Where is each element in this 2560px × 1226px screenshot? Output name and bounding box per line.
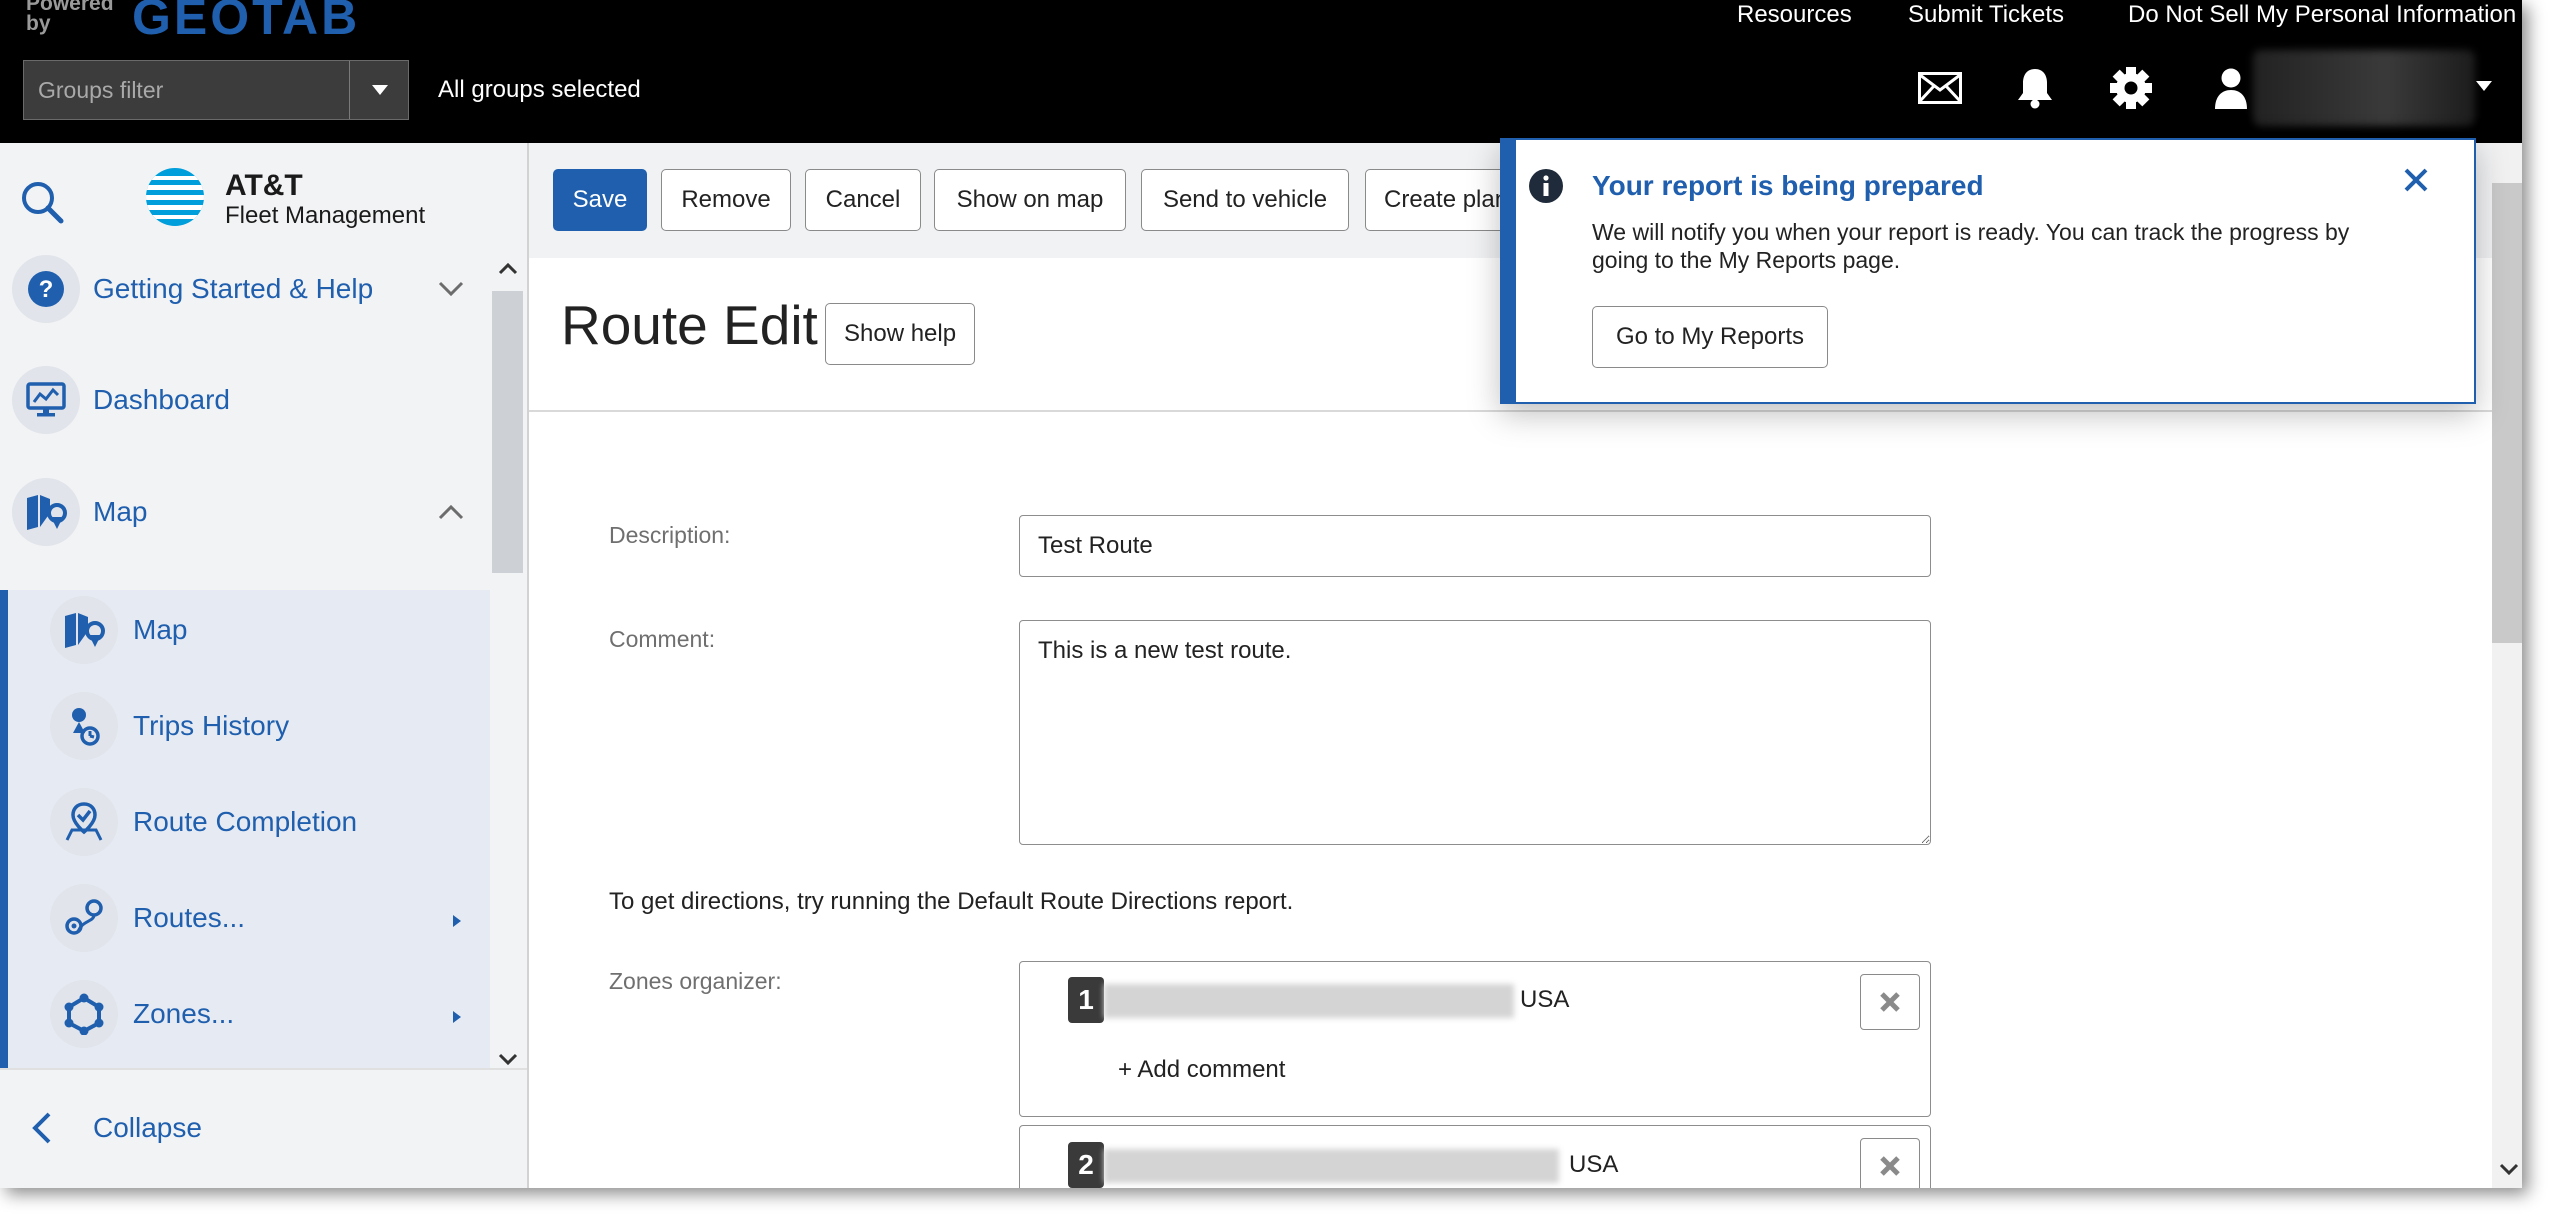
att-globe-logo bbox=[145, 167, 205, 232]
sidebar-subitem-label: Routes... bbox=[133, 902, 246, 933]
page-title: Route Edit bbox=[561, 294, 818, 356]
sidebar: AT&T Fleet Management ? Getting Started … bbox=[0, 143, 527, 1188]
title-divider bbox=[529, 410, 2497, 412]
groups-filter-input[interactable] bbox=[24, 61, 349, 119]
sidebar-subitem-trips-history[interactable]: Trips History bbox=[0, 692, 490, 792]
user-menu-caret-icon[interactable] bbox=[2476, 78, 2492, 96]
info-icon bbox=[1528, 168, 1564, 209]
map-icon bbox=[12, 478, 80, 546]
caret-right-icon bbox=[453, 1011, 461, 1023]
groups-filter bbox=[23, 60, 409, 120]
chevron-up-icon bbox=[438, 504, 464, 520]
save-button[interactable]: Save bbox=[553, 169, 647, 231]
send-to-vehicle-button[interactable]: Send to vehicle bbox=[1141, 169, 1349, 231]
do-not-sell-link[interactable]: Do Not Sell My Personal Information bbox=[2128, 0, 2516, 30]
sidebar-header: AT&T Fleet Management bbox=[0, 143, 527, 253]
sidebar-item-label: Map bbox=[93, 496, 148, 527]
show-help-button[interactable]: Show help bbox=[825, 303, 976, 365]
chevron-down-icon bbox=[438, 281, 464, 297]
description-label: Description: bbox=[609, 522, 731, 548]
sidebar-subitem-label: Route Completion bbox=[133, 806, 358, 837]
caret-right-icon bbox=[453, 915, 461, 927]
cancel-button[interactable]: Cancel bbox=[805, 169, 921, 231]
zone-country: USA bbox=[1520, 986, 1570, 1013]
groups-filter-dropdown-button[interactable] bbox=[349, 61, 409, 119]
sidebar-subitem-map[interactable]: Map bbox=[0, 596, 490, 696]
comment-label: Comment: bbox=[609, 626, 716, 652]
zone-item: 1 USA + Add comment bbox=[1019, 961, 1931, 1117]
user-name-redacted[interactable] bbox=[2253, 50, 2475, 126]
sidebar-nav: ? Getting Started & Help Dashboard Map M… bbox=[0, 253, 527, 1073]
zones-icon bbox=[50, 980, 118, 1048]
zone-address-redacted bbox=[1104, 1149, 1559, 1183]
notification-accent-bar bbox=[1502, 140, 1516, 402]
add-comment-link[interactable]: + Add comment bbox=[1118, 1056, 1285, 1084]
map-icon bbox=[50, 596, 118, 664]
sidebar-scroll-thumb[interactable] bbox=[492, 291, 523, 573]
zone-country: USA bbox=[1569, 1151, 1619, 1178]
sidebar-subitem-route-completion[interactable]: Route Completion bbox=[0, 788, 490, 888]
sidebar-item-label: Getting Started & Help bbox=[93, 273, 374, 304]
brand-att: AT&T bbox=[225, 169, 303, 202]
sidebar-item-dashboard[interactable]: Dashboard bbox=[0, 364, 490, 464]
scroll-down-icon[interactable] bbox=[2499, 1163, 2519, 1175]
zone-item: 2 USA bbox=[1019, 1125, 1931, 1188]
geotab-logo: GEOTAB bbox=[132, 0, 361, 45]
remove-zone-button[interactable] bbox=[1860, 1138, 1920, 1188]
scroll-down-icon[interactable] bbox=[498, 1053, 518, 1065]
go-to-my-reports-button[interactable]: Go to My Reports bbox=[1592, 306, 1828, 368]
directions-hint: To get directions, try running the Defau… bbox=[609, 888, 1294, 915]
gear-icon[interactable] bbox=[2106, 63, 2156, 113]
groups-status: All groups selected bbox=[438, 76, 641, 103]
close-icon bbox=[1880, 992, 1900, 1012]
dashboard-icon bbox=[12, 366, 80, 434]
search-icon[interactable] bbox=[18, 178, 66, 231]
top-bar: Powered by GEOTAB Resources Submit Ticke… bbox=[0, 0, 2522, 143]
sidebar-subitem-label: Trips History bbox=[133, 710, 290, 741]
resources-link[interactable]: Resources bbox=[1737, 0, 1852, 30]
sidebar-item-getting-started[interactable]: ? Getting Started & Help bbox=[0, 253, 490, 353]
route-completion-icon bbox=[50, 788, 118, 856]
sidebar-subitem-zones[interactable]: Zones... bbox=[0, 980, 490, 1073]
caret-down-icon bbox=[371, 85, 388, 95]
trips-history-icon bbox=[50, 692, 118, 760]
notification-title: Your report is being prepared bbox=[1592, 170, 1984, 201]
close-icon bbox=[1880, 1156, 1900, 1176]
sidebar-item-label: Dashboard bbox=[93, 384, 230, 415]
brand-fleet-management: Fleet Management bbox=[225, 202, 426, 229]
remove-button[interactable]: Remove bbox=[661, 169, 791, 231]
sidebar-subitem-routes[interactable]: Routes... bbox=[0, 884, 490, 984]
zone-number-badge: 1 bbox=[1068, 977, 1104, 1023]
notification-body: We will notify you when your report is r… bbox=[1592, 219, 2350, 273]
submit-tickets-link[interactable]: Submit Tickets bbox=[1908, 0, 2064, 30]
collapse-label: Collapse bbox=[93, 1112, 202, 1143]
app-window: Powered by GEOTAB Resources Submit Ticke… bbox=[0, 0, 2522, 1188]
powered-by-label: Powered by bbox=[26, 0, 114, 35]
zones-organizer-label: Zones organizer: bbox=[609, 968, 782, 994]
routes-icon bbox=[50, 884, 118, 952]
remove-zone-button[interactable] bbox=[1860, 974, 1920, 1030]
show-on-map-button[interactable]: Show on map bbox=[934, 169, 1126, 231]
close-icon[interactable] bbox=[2402, 166, 2430, 199]
scroll-up-icon[interactable] bbox=[498, 263, 518, 275]
report-notification: Your report is being prepared We will no… bbox=[1500, 138, 2476, 404]
sidebar-item-map[interactable]: Map bbox=[0, 476, 490, 576]
main-scroll-thumb[interactable] bbox=[2492, 183, 2522, 643]
comment-field[interactable]: This is a new test route. bbox=[1019, 620, 1931, 845]
mail-icon[interactable] bbox=[1915, 63, 1965, 113]
sidebar-subitem-label: Zones... bbox=[133, 998, 235, 1029]
help-icon: ? bbox=[12, 255, 80, 323]
description-field[interactable] bbox=[1019, 515, 1931, 577]
chevron-left-icon bbox=[32, 1112, 51, 1144]
bell-icon[interactable] bbox=[2010, 63, 2060, 113]
zone-address-redacted bbox=[1104, 984, 1514, 1018]
sidebar-subitem-label: Map bbox=[133, 614, 188, 645]
svg-text:?: ? bbox=[39, 276, 54, 303]
user-icon[interactable] bbox=[2206, 63, 2256, 113]
collapse-button[interactable]: Collapse bbox=[0, 1068, 527, 1188]
zone-number-badge: 2 bbox=[1068, 1142, 1104, 1188]
